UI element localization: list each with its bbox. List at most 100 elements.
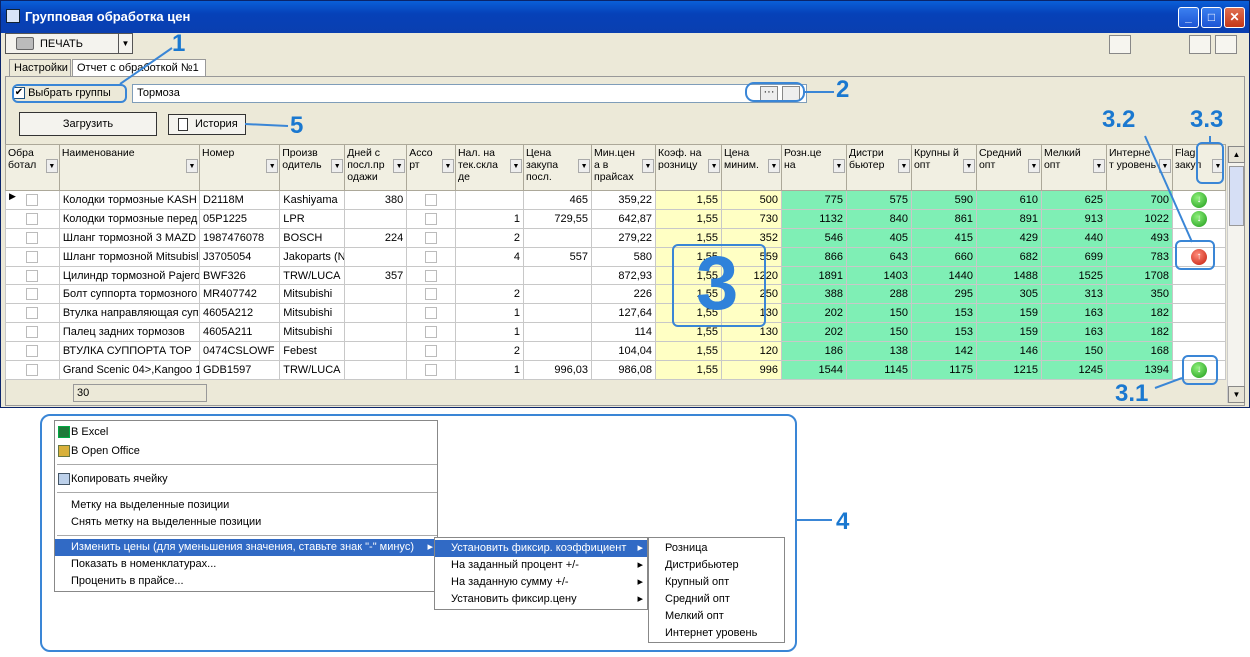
table-cell[interactable]: 493 <box>1105 227 1173 248</box>
menu-export-excel[interactable]: В Excel <box>55 424 108 441</box>
table-cell[interactable] <box>522 341 593 362</box>
table-cell[interactable]: 775 <box>780 190 847 210</box>
table-cell[interactable]: 159 <box>975 303 1042 324</box>
table-cell[interactable]: 4605A212 <box>198 303 281 324</box>
column-filter-dropdown-icon[interactable]: ▼ <box>832 159 845 173</box>
table-row[interactable]: Grand Scenic 04>,Kangoo 1 GDB1597 TRW/LUCA… <box>5 360 1227 380</box>
column-filter-dropdown-icon[interactable]: ▼ <box>1158 159 1171 173</box>
window-tile-button[interactable] <box>1189 35 1211 54</box>
submenu-fixed-price[interactable]: Установить фиксир.цену <box>435 591 647 608</box>
table-cell[interactable]: 642,87 <box>591 208 657 229</box>
menu-unmark-selected[interactable]: Снять метку на выделенные позиции <box>55 514 261 531</box>
table-cell[interactable] <box>344 246 408 267</box>
table-cell[interactable]: 730 <box>721 208 782 229</box>
table-cell[interactable]: 2 <box>454 227 524 248</box>
scroll-down-button[interactable]: ▼ <box>1228 386 1245 403</box>
column-filter-dropdown-icon[interactable]: ▼ <box>45 159 58 173</box>
table-row[interactable]: Колодки тормозные KASH D2118M Kashiyama 380… <box>5 190 1227 210</box>
table-cell[interactable]: 142 <box>910 341 977 362</box>
table-cell[interactable]: ↓ <box>1171 190 1227 210</box>
table-cell[interactable]: Шланг тормозной Mitsubisl <box>58 246 201 267</box>
submenu-by-percent[interactable]: На заданный процент +/- <box>435 557 647 574</box>
table-cell[interactable]: 357 <box>344 265 408 286</box>
assortment-checkbox[interactable] <box>425 193 438 206</box>
table-cell[interactable]: Палец задних тормозов <box>58 322 201 343</box>
assortment-checkbox[interactable] <box>425 269 438 282</box>
processed-checkbox[interactable] <box>26 364 39 376</box>
table-row[interactable]: Палец задних тормозов 4605A211 Mitsubishi 1… <box>5 322 1227 343</box>
table-cell[interactable]: 575 <box>845 190 912 210</box>
table-cell[interactable]: 1525 <box>1040 265 1107 286</box>
column-header[interactable]: Интерне т уровень ▼ <box>1105 144 1173 191</box>
table-cell[interactable]: 1708 <box>1105 265 1173 286</box>
table-cell[interactable]: 700 <box>1105 190 1173 210</box>
table-cell[interactable]: 202 <box>780 303 847 324</box>
table-cell[interactable]: 643 <box>845 246 912 267</box>
table-cell[interactable]: 986,08 <box>591 360 657 380</box>
assortment-checkbox[interactable] <box>425 307 438 320</box>
column-header[interactable]: Наименование ▼ <box>58 144 201 191</box>
table-cell[interactable] <box>406 341 456 362</box>
table-cell[interactable]: 415 <box>910 227 977 248</box>
column-filter-dropdown-icon[interactable]: ▼ <box>708 159 721 173</box>
table-cell[interactable] <box>1171 303 1227 324</box>
column-filter-dropdown-icon[interactable]: ▼ <box>331 159 344 173</box>
table-cell[interactable]: 186 <box>780 341 847 362</box>
table-cell[interactable]: ВТУЛКА СУППОРТА ТОР <box>58 341 201 362</box>
table-cell[interactable]: 872,93 <box>591 265 657 286</box>
processed-checkbox[interactable] <box>26 212 39 225</box>
submenu-by-sum[interactable]: На заданную сумму +/- <box>435 574 647 591</box>
table-cell[interactable] <box>406 227 456 248</box>
table-cell[interactable]: GDB1597 <box>198 360 281 380</box>
table-cell[interactable]: 182 <box>1105 322 1173 343</box>
table-row[interactable]: Шланг тормозной Mitsubisl J3705054 Jakopar… <box>5 246 1227 267</box>
table-cell[interactable]: 1 <box>454 322 524 343</box>
table-cell[interactable] <box>522 265 593 286</box>
column-header[interactable]: Мелкий опт ▼ <box>1040 144 1107 191</box>
table-cell[interactable]: Болт суппорта тормозного <box>58 284 201 305</box>
processed-checkbox[interactable] <box>26 231 39 244</box>
table-cell[interactable]: 783 <box>1105 246 1173 267</box>
level-large-wholesale[interactable]: Крупный опт <box>649 574 729 591</box>
table-cell[interactable] <box>344 303 408 324</box>
table-cell[interactable]: 0474CSLOWF <box>198 341 281 362</box>
table-cell[interactable]: 682 <box>975 246 1042 267</box>
table-cell[interactable]: 146 <box>975 341 1042 362</box>
table-cell[interactable]: 1 <box>454 303 524 324</box>
column-header[interactable]: Обра ботал ▼ <box>5 144 60 191</box>
table-cell[interactable]: 465 <box>522 190 593 210</box>
table-cell[interactable] <box>454 265 524 286</box>
tab-report-1[interactable]: Отчет с обработкой №1 <box>72 59 206 77</box>
table-row[interactable]: Втулка направляющая суп 4605A212 Mitsubish… <box>5 303 1227 324</box>
table-cell[interactable]: 429 <box>975 227 1042 248</box>
table-cell[interactable] <box>344 322 408 343</box>
table-cell[interactable]: 150 <box>845 303 912 324</box>
close-button[interactable]: ✕ <box>1224 7 1245 28</box>
column-header[interactable]: Ассо рт ▼ <box>406 144 456 191</box>
table-cell[interactable] <box>406 360 456 380</box>
minimize-button[interactable]: _ <box>1178 7 1199 28</box>
table-cell[interactable]: 440 <box>1040 227 1107 248</box>
table-cell[interactable]: 1,55 <box>655 360 723 380</box>
table-cell[interactable] <box>344 360 408 380</box>
table-cell[interactable]: Колодки тормозные перед <box>58 208 201 229</box>
column-header[interactable]: Розн.це на ▼ <box>780 144 847 191</box>
table-cell[interactable] <box>522 322 593 343</box>
assortment-checkbox[interactable] <box>425 326 438 339</box>
table-cell[interactable]: 1,55 <box>655 190 723 210</box>
column-header[interactable]: Нал. на тек.скла де ▼ <box>454 144 524 191</box>
table-cell[interactable]: 891 <box>975 208 1042 229</box>
table-cell[interactable]: 305 <box>975 284 1042 305</box>
table-cell[interactable]: 1394 <box>1105 360 1173 380</box>
table-cell[interactable]: 1,55 <box>655 341 723 362</box>
table-cell[interactable]: 913 <box>1040 208 1107 229</box>
table-cell[interactable]: 120 <box>721 341 782 362</box>
level-medium-wholesale[interactable]: Средний опт <box>649 591 730 608</box>
table-cell[interactable]: 168 <box>1105 341 1173 362</box>
print-dropdown-arrow[interactable]: ▼ <box>118 34 132 53</box>
vertical-scrollbar[interactable]: ▲ ▼ <box>1227 146 1245 403</box>
table-cell[interactable]: 405 <box>845 227 912 248</box>
table-cell[interactable]: 104,04 <box>591 341 657 362</box>
table-cell[interactable]: 4605A211 <box>198 322 281 343</box>
assortment-checkbox[interactable] <box>425 288 438 301</box>
